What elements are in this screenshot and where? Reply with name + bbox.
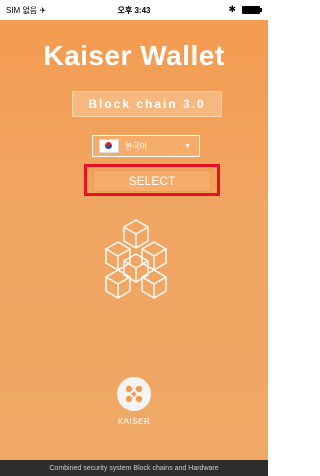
logo-label: KAISER: [117, 417, 151, 426]
chevron-down-icon: ▼: [184, 142, 191, 150]
app-title: Kaiser Wallet: [43, 40, 225, 71]
footer-text: Combined security system Block chains an…: [49, 464, 219, 472]
status-bar: SIM 없음 ✈ 오후 3:43 ✱: [0, 0, 268, 20]
battery-icon: [242, 5, 262, 14]
status-right: ✱: [228, 4, 262, 15]
footer-bar: Combined security system Block chains an…: [0, 460, 268, 476]
subtitle-text: Block chain 3.0: [88, 97, 206, 111]
app-screen: SIM 없음 ✈ 오후 3:43 ✱ Kaiser Wallet Block c…: [0, 0, 268, 476]
bluetooth-icon: ✱: [228, 4, 236, 14]
kaiser-mark-icon: [125, 385, 143, 403]
blockchain-cubes-icon: [105, 219, 167, 299]
language-label: 한국어: [125, 141, 148, 151]
south-korea-flag-icon: [99, 139, 119, 153]
language-select[interactable]: 한국어 ▼: [92, 135, 200, 157]
selection-highlight: [84, 164, 220, 196]
subtitle-badge: Block chain 3.0: [72, 91, 222, 117]
kaiser-logo-icon: [117, 377, 151, 411]
